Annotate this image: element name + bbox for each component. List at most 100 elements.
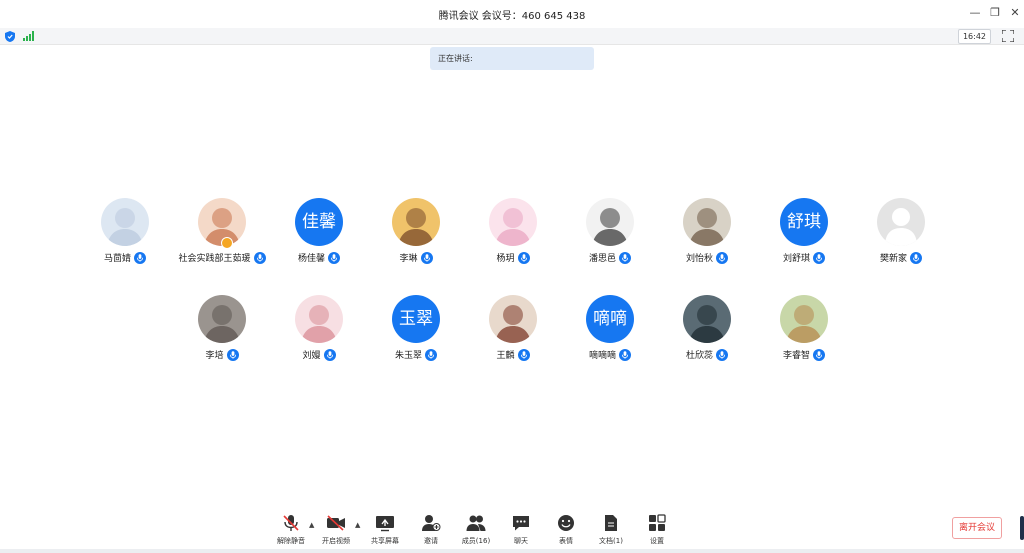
participant-tile[interactable]: 嘀嘀 嘀嘀嘀 (555, 295, 665, 375)
members-button[interactable]: 成员(16) (454, 514, 498, 552)
mic-icon (813, 348, 825, 361)
avatar-photo (586, 198, 634, 246)
mic-icon (420, 251, 433, 264)
fullscreen-icon[interactable] (1002, 30, 1014, 42)
participant-name: 刘怡秋 (685, 254, 713, 264)
participant-tile[interactable]: 杜欣蕊 (652, 295, 762, 375)
avatar-text: 玉翠 (399, 309, 433, 329)
participant-tile[interactable]: 佳馨 杨佳馨 (264, 198, 374, 278)
emoji-label: 表情 (559, 537, 573, 545)
emoji-button[interactable]: 表情 (544, 514, 588, 552)
avatar-photo (392, 198, 440, 246)
close-button[interactable]: ✕ (1008, 6, 1022, 20)
participant-name: 杨玥 (496, 254, 515, 264)
unmute-button[interactable]: 解除静音 (269, 514, 313, 552)
document-icon (605, 515, 617, 531)
participant-name-row: 马茴婧 (70, 251, 180, 265)
share-screen-button[interactable]: 共享屏幕 (363, 514, 407, 552)
participant-tile[interactable]: 杨玥 (458, 198, 568, 278)
default-avatar-icon (877, 198, 925, 246)
avatar-photo (489, 198, 537, 246)
participant-name-row: 李睿智 (749, 348, 859, 362)
avatar-photo (295, 295, 343, 343)
avatar-photo (780, 295, 828, 343)
mic-muted-icon (283, 515, 299, 531)
start-video-button[interactable]: 开启视频 (314, 514, 358, 552)
avatar-photo (683, 198, 731, 246)
participant-name: 王麟 (496, 351, 515, 361)
participant-name-row: 潘思邑 (555, 251, 665, 265)
video-options-caret[interactable]: ▲ (355, 521, 363, 529)
participant-name-row: 王麟 (458, 348, 568, 362)
participant-name: 潘思邑 (588, 254, 616, 264)
participant-name-row: 嘀嘀嘀 (555, 348, 665, 362)
avatar-initials: 嘀嘀 (586, 295, 634, 343)
avatar-text: 嘀嘀 (593, 309, 627, 329)
invite-button[interactable]: 邀请 (409, 514, 453, 552)
participant-tile[interactable]: 玉翠朱玉翠 (361, 295, 471, 375)
window-title: 腾讯会议 会议号：460 645 438 (438, 11, 586, 22)
participant-tile[interactable]: 王麟 (458, 295, 568, 375)
avatar-initials: 佳馨 (295, 198, 343, 246)
participant-tile[interactable]: 社会实践部王茹瑗 (167, 198, 277, 278)
avatar-photo (683, 295, 731, 343)
participant-name: 嘀嘀嘀 (588, 351, 616, 361)
documents-button[interactable]: 文档(1) (589, 514, 633, 552)
participant-name-row: 杜欣蕊 (652, 348, 762, 362)
documents-label: 文档(1) (599, 537, 623, 545)
host-badge-icon (221, 237, 233, 249)
settings-label: 设置 (650, 537, 664, 545)
chat-label: 聊天 (514, 537, 528, 545)
unmute-label: 解除静音 (277, 537, 305, 545)
avatar-text: 舒琪 (787, 212, 821, 232)
invite-user-icon (422, 515, 441, 531)
participant-name: 李琳 (399, 254, 418, 264)
participant-name-row: 刘嫚 (264, 348, 374, 362)
mic-icon (323, 348, 336, 361)
meeting-toolbar: 解除静音 ▲ 开启视频 ▲ 共享屏幕 邀请 成员(16) 聊天 表情 文档(1)… (0, 508, 1024, 553)
leave-meeting-button[interactable]: 离开会议 (952, 517, 1002, 539)
chat-button[interactable]: 聊天 (499, 514, 543, 552)
participant-name: 杨佳馨 (297, 254, 325, 264)
participant-tile[interactable]: 刘嫚 (264, 295, 374, 375)
participant-tile[interactable]: 李睿智 (749, 295, 859, 375)
participant-tile[interactable]: 李琳 (361, 198, 471, 278)
mic-icon (328, 251, 340, 264)
participant-name: 刘舒琪 (782, 254, 810, 264)
mic-icon (134, 251, 146, 264)
participant-name-row: 刘怡秋 (652, 251, 762, 265)
mic-icon (517, 348, 530, 361)
participant-name-row: 李琳 (361, 251, 471, 265)
members-label: 成员(16) (461, 537, 491, 545)
participant-name-row: 朱玉翠 (361, 348, 471, 362)
mic-icon (813, 251, 825, 264)
participant-tile[interactable]: 马茴婧 (70, 198, 180, 278)
participant-name-row: 李培 (167, 348, 277, 362)
participant-tile[interactable]: 潘思邑 (555, 198, 665, 278)
settings-button[interactable]: 设置 (635, 514, 679, 552)
participant-tile[interactable]: 刘怡秋 (652, 198, 762, 278)
participant-name-row: 杨佳馨 (264, 251, 374, 265)
members-icon (466, 515, 486, 531)
start-video-label: 开启视频 (322, 537, 350, 545)
scrollbar-thumb[interactable] (1020, 516, 1024, 540)
share-screen-label: 共享屏幕 (371, 537, 399, 545)
participant-tile[interactable]: 樊新家 (846, 198, 956, 278)
status-bar: 16:42 (0, 28, 1024, 45)
settings-grid-icon (649, 514, 666, 531)
bottom-strip (0, 549, 1024, 553)
minimize-button[interactable]: — (968, 6, 982, 20)
participant-name: 社会实践部王茹瑗 (178, 254, 251, 264)
share-screen-icon (376, 516, 394, 532)
participant-tile[interactable]: 李培 (167, 295, 277, 375)
restore-button[interactable]: ❐ (988, 6, 1002, 20)
avatar-initials: 舒琪 (780, 198, 828, 246)
participant-tile[interactable]: 舒琪刘舒琪 (749, 198, 859, 278)
participant-name: 朱玉翠 (394, 351, 422, 361)
participant-name: 李培 (205, 351, 224, 361)
shield-icon[interactable] (5, 31, 15, 42)
signal-icon[interactable] (23, 31, 34, 41)
mic-icon (716, 348, 728, 361)
chat-icon (513, 516, 529, 531)
mic-icon (619, 348, 631, 361)
